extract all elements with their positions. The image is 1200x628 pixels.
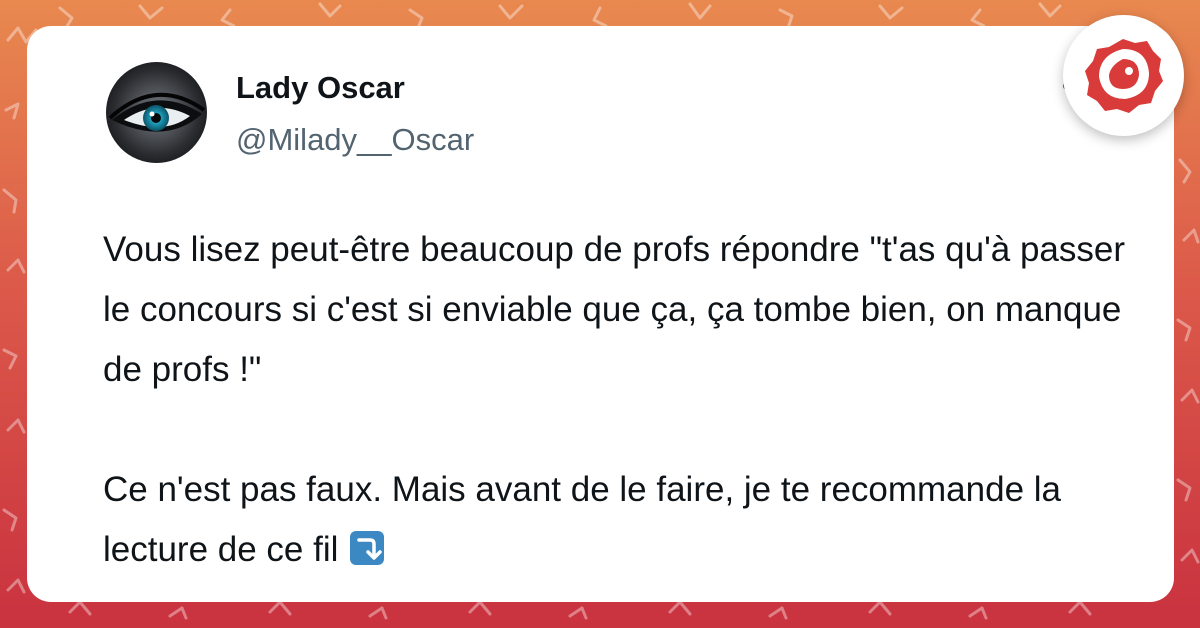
avatar[interactable] xyxy=(106,62,207,163)
tweet-card: Lady Oscar @Milady__Oscar Vous lisez peu… xyxy=(27,26,1174,602)
brand-logo-icon xyxy=(1085,39,1163,113)
tweet-text: Vous lisez peut-être beaucoup de profs r… xyxy=(103,220,1133,580)
author-handle[interactable]: @Milady__Oscar xyxy=(236,124,474,155)
brand-logo-badge xyxy=(1063,15,1184,136)
arrow-right-curving-down-icon xyxy=(350,531,385,565)
avatar-eye-image xyxy=(106,62,207,163)
tweet-paragraph-2-text: Ce n'est pas faux. Mais avant de le fair… xyxy=(103,470,1062,569)
tweet-paragraph-1: Vous lisez peut-être beaucoup de profs r… xyxy=(103,230,1125,389)
author-name[interactable]: Lady Oscar xyxy=(236,72,405,103)
tweet-paragraph-2: Ce n'est pas faux. Mais avant de le fair… xyxy=(103,460,1133,580)
